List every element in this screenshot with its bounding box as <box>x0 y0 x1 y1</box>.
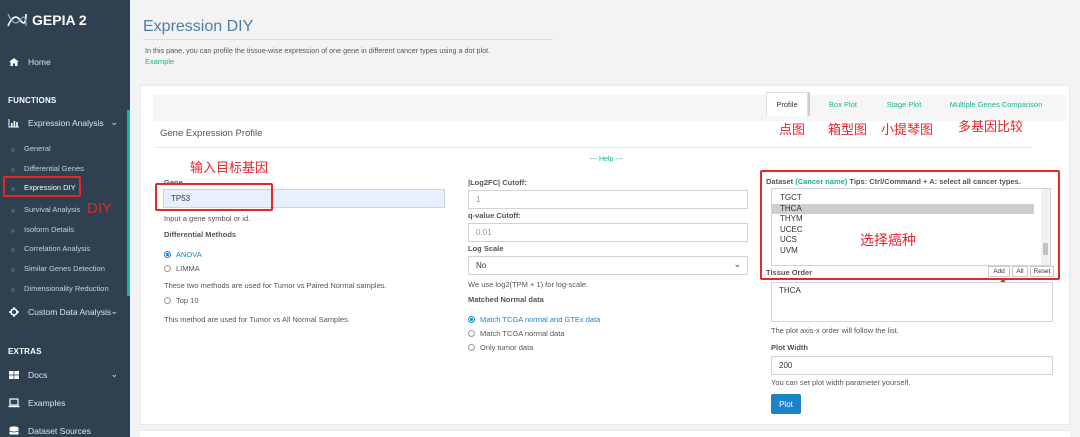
annotation-violin: 小提琴图 <box>881 122 934 137</box>
radio-anova[interactable]: ANOVA <box>164 250 202 259</box>
annotation-box-dataset <box>760 170 1060 280</box>
example-link[interactable]: Example <box>145 57 174 66</box>
radio-dot <box>164 265 171 272</box>
bar-chart-icon <box>8 119 19 128</box>
radio-dot <box>468 330 475 337</box>
sidebar-subitem-dimensionality-reduction[interactable]: Dimensionality Reduction <box>0 284 128 293</box>
sidebar-subitem-similar-genes[interactable]: Similar Genes Detection <box>0 264 128 273</box>
plot-width-note: You can set plot width parameter yoursel… <box>771 378 911 387</box>
radio-label: LIMMA <box>176 264 200 273</box>
plot-button[interactable]: Plot <box>771 394 801 414</box>
qvalue-input[interactable]: 0.01 <box>468 223 748 242</box>
logscale-note: We use log2(TPM + 1) for log-scale. <box>468 280 589 289</box>
page-title: Expression DIY <box>143 18 254 35</box>
chevron-down-icon: ⌄ <box>110 306 118 316</box>
tab-box-plot[interactable]: Box Plot <box>817 92 869 116</box>
plot-width-input[interactable]: 200 <box>771 356 1053 375</box>
radio-label: Only tumor data <box>480 343 534 352</box>
sidebar-item-examples[interactable]: Examples <box>0 397 130 409</box>
tab-stage-plot[interactable]: Stage Plot <box>877 92 931 116</box>
tab-multiple-genes-comparison[interactable]: Multiple Genes Comparison <box>937 92 1055 116</box>
sidebar-item-label: Home <box>28 57 51 67</box>
radio-limma[interactable]: LIMMA <box>164 264 200 273</box>
sidebar-item-expression-analysis[interactable]: Expression Analysis ⌄ <box>0 117 130 129</box>
sidebar-subitem-isoform-details[interactable]: Isoform Details <box>0 225 128 234</box>
qvalue-label: q-value Cutoff: <box>468 211 521 220</box>
sidebar-section-functions: FUNCTIONS <box>8 96 57 105</box>
radio-match-tcga-gtex[interactable]: Match TCGA normal and GTEx data <box>468 315 600 324</box>
gene-hint: Input a gene symbol or id. <box>164 214 251 223</box>
sidebar-item-label: Docs <box>28 370 48 380</box>
laptop-icon <box>8 398 20 408</box>
sidebar-item-label: Dataset Sources <box>28 426 91 436</box>
plot-width-label: Plot Width <box>771 343 809 352</box>
gear-icon <box>9 307 19 317</box>
sidebar-subitem-correlation-analysis[interactable]: Correlation Analysis <box>0 244 128 253</box>
log2fc-label: |Log2FC| Cutoff: <box>468 178 527 187</box>
dna-logo-icon <box>7 13 27 27</box>
chevron-down-icon: ⌄ <box>110 117 118 127</box>
radio-label: ANOVA <box>176 250 202 259</box>
page-description: In this pane, you can profile the tissue… <box>145 46 491 55</box>
logscale-select[interactable]: No ⌄ <box>468 256 748 275</box>
sidebar-item-dataset-sources[interactable]: Dataset Sources <box>0 425 130 437</box>
chevron-down-icon: ⌄ <box>110 369 118 379</box>
tissue-order-textarea[interactable]: THCA <box>771 282 1053 322</box>
radio-top10[interactable]: Top 10 <box>164 296 199 305</box>
annotation-box-plot: 箱型图 <box>828 122 868 137</box>
radio-dot <box>468 344 475 351</box>
sidebar-item-home[interactable]: Home <box>0 56 130 68</box>
app-name: GEPIA 2 <box>32 12 87 28</box>
radio-label: Match TCGA normal data <box>480 329 565 338</box>
database-icon <box>9 426 19 435</box>
next-panel-edge <box>140 430 1070 437</box>
sidebar: GEPIA 2 Home FUNCTIONS Expression Analys… <box>0 0 130 437</box>
title-divider <box>143 39 553 40</box>
sidebar-subitem-differential-genes[interactable]: Differential Genes <box>0 164 128 173</box>
sidebar-item-docs[interactable]: Docs ⌄ <box>0 369 130 381</box>
active-section-indicator <box>127 110 130 296</box>
sidebar-subitem-general[interactable]: General <box>0 144 128 153</box>
radio-dot <box>164 297 171 304</box>
sidebar-item-label: Examples <box>28 398 66 408</box>
radio-dot <box>164 251 171 258</box>
sidebar-item-custom-data-analysis[interactable]: Custom Data Analysis ⌄ <box>0 306 130 318</box>
section-divider <box>155 147 1031 148</box>
home-icon <box>9 58 19 66</box>
windows-icon <box>9 371 19 379</box>
radio-label: Top 10 <box>176 296 199 305</box>
annotation-input-gene: 输入目标基因 <box>190 160 269 175</box>
diff-methods-label: Differential Methods <box>164 230 237 239</box>
sidebar-item-label: Expression Analysis <box>28 118 104 128</box>
chevron-down-icon: ⌄ <box>733 259 741 269</box>
help-link[interactable]: --- Help --- <box>590 156 622 163</box>
sidebar-section-extras: EXTRAS <box>8 347 42 356</box>
logscale-selected: No <box>476 261 487 270</box>
methods-note: These two methods are used for Tumor vs … <box>164 281 387 290</box>
matched-label: Matched Normal data <box>468 295 544 304</box>
annotation-box-expression-diy <box>3 176 81 197</box>
annotation-box-gene <box>155 183 273 211</box>
annotation-dot-plot: 点图 <box>779 122 806 137</box>
radio-dot <box>468 316 475 323</box>
tab-profile[interactable]: Profile <box>766 92 808 116</box>
tissue-order-note: The plot axis-x order will follow the li… <box>771 326 899 335</box>
annotation-diy: DIY <box>87 200 113 217</box>
section-title: Gene Expression Profile <box>160 128 263 139</box>
radio-match-tcga[interactable]: Match TCGA normal data <box>468 329 564 338</box>
sidebar-item-label: Custom Data Analysis <box>28 307 112 317</box>
annotation-multi-gene: 多基因比较 <box>958 119 1024 134</box>
log2fc-input[interactable]: 1 <box>468 190 748 209</box>
logscale-label: Log Scale <box>468 244 504 253</box>
radio-only-tumor[interactable]: Only tumor data <box>468 343 533 352</box>
app-logo[interactable]: GEPIA 2 <box>6 8 87 32</box>
top10-note: This method are used for Tumor vs All No… <box>164 315 350 324</box>
radio-label: Match TCGA normal and GTEx data <box>480 315 601 324</box>
